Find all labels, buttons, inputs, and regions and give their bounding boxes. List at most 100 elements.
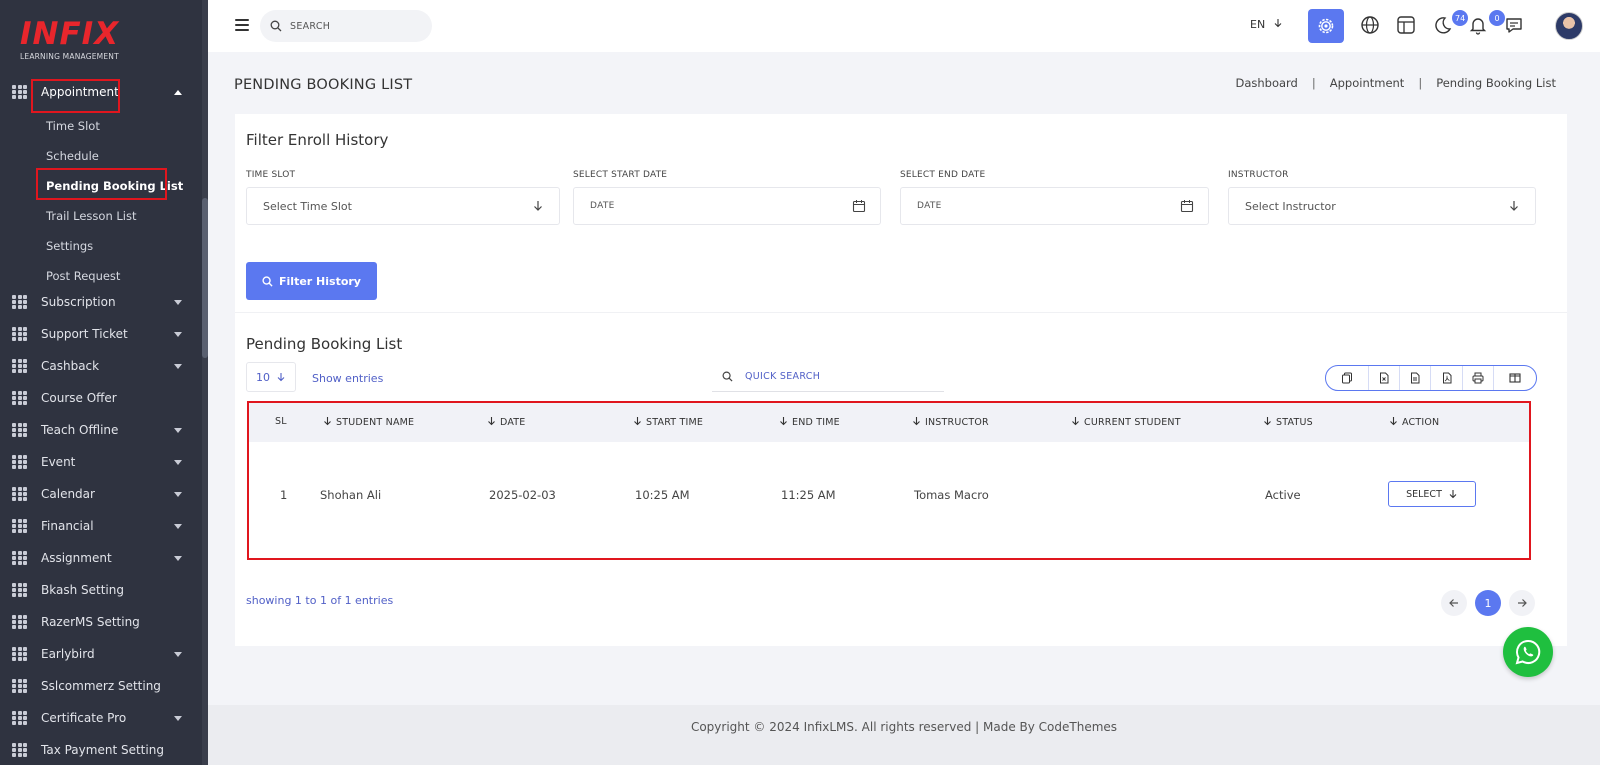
time-slot-label: TIME SLOT: [246, 170, 296, 180]
sidebar-subitem-schedule[interactable]: Schedule: [46, 145, 99, 167]
grid-icon: [12, 551, 27, 565]
export-print-button[interactable]: [1463, 366, 1494, 390]
user-avatar[interactable]: [1555, 12, 1583, 40]
sidebar-item-event[interactable]: Event: [0, 448, 202, 476]
export-copy-button[interactable]: [1326, 366, 1370, 390]
instructor-select[interactable]: Select Instructor: [1228, 187, 1536, 225]
globe-icon[interactable]: [1357, 12, 1383, 38]
start-date-label: SELECT START DATE: [573, 170, 668, 180]
brand-logo[interactable]: INFIX LEARNING MANAGEMENT: [20, 18, 119, 61]
sidebar-subitem-post-request[interactable]: Post Request: [46, 265, 120, 287]
arrow-down-icon: [534, 201, 542, 211]
highlight-box-pending-booking: [36, 168, 167, 200]
settings-button[interactable]: [1308, 9, 1344, 43]
header-search[interactable]: [260, 10, 432, 42]
sidebar-item-earlybird[interactable]: Earlybird: [0, 640, 202, 668]
start-date-input[interactable]: DATE: [573, 187, 881, 225]
sidebar-item-support-ticket[interactable]: Support Ticket: [0, 320, 202, 348]
caret-down-icon: [174, 364, 182, 369]
pagination-page-1[interactable]: 1: [1475, 590, 1501, 616]
whatsapp-button[interactable]: [1503, 627, 1553, 677]
language-selector[interactable]: EN: [1250, 18, 1283, 31]
grid-icon: [12, 423, 27, 437]
sidebar-item-sslcommerz-setting[interactable]: Sslcommerz Setting: [0, 672, 202, 700]
print-icon: [1472, 372, 1484, 384]
breadcrumb-separator: |: [1311, 76, 1316, 90]
sidebar-item-label: Financial: [41, 519, 94, 533]
sidebar-scrollbar-thumb[interactable]: [202, 198, 208, 358]
header-search-input[interactable]: [288, 19, 408, 33]
sidebar-scrollbar[interactable]: [202, 0, 208, 765]
sidebar-subitem-settings[interactable]: Settings: [46, 235, 93, 257]
filter-section-title: Filter Enroll History: [246, 131, 389, 149]
sidebar-item-label: Sslcommerz Setting: [41, 679, 161, 693]
breadcrumb-current: Pending Booking List: [1436, 76, 1556, 90]
breadcrumb-dashboard[interactable]: Dashboard: [1235, 76, 1297, 90]
hamburger-menu-icon[interactable]: [235, 19, 249, 31]
show-entries-label: Show entries: [312, 372, 384, 385]
export-pdf-button[interactable]: [1431, 366, 1463, 390]
end-date-input[interactable]: DATE: [900, 187, 1209, 225]
caret-down-icon: [174, 332, 182, 337]
start-date-placeholder: DATE: [590, 201, 615, 211]
export-button-group: [1325, 365, 1537, 391]
footer-copyright: Copyright © 2024 InfixLMS. All rights re…: [690, 720, 1118, 734]
breadcrumb-separator: |: [1418, 76, 1423, 90]
arrow-down-icon: [277, 373, 285, 382]
columns-icon: [1509, 373, 1521, 383]
sidebar-item-bkash-setting[interactable]: Bkash Setting: [0, 576, 202, 604]
caret-down-icon: [174, 556, 182, 561]
sidebar-item-subscription[interactable]: Subscription: [0, 288, 202, 316]
search-icon: [722, 371, 733, 382]
calendar-icon[interactable]: [1180, 199, 1194, 213]
layout-icon[interactable]: [1393, 12, 1419, 38]
highlight-box-table: [247, 401, 1531, 560]
pagination-prev-button[interactable]: [1441, 590, 1467, 616]
end-date-label: SELECT END DATE: [900, 170, 986, 180]
sidebar-item-tax-payment-setting[interactable]: Tax Payment Setting: [0, 736, 202, 764]
bell-icon[interactable]: [1465, 12, 1491, 38]
sidebar-item-cashback[interactable]: Cashback: [0, 352, 202, 380]
calendar-icon[interactable]: [852, 199, 866, 213]
export-excel-button[interactable]: [1369, 366, 1401, 390]
export-csv-button[interactable]: [1400, 366, 1432, 390]
breadcrumb-appointment[interactable]: Appointment: [1330, 76, 1405, 90]
grid-icon: [12, 679, 27, 693]
quick-search-input[interactable]: [743, 370, 869, 383]
sidebar-item-teach-offline[interactable]: Teach Offline: [0, 416, 202, 444]
export-columns-button[interactable]: [1494, 366, 1536, 390]
message-badge: 0: [1489, 10, 1505, 26]
grid-icon: [12, 519, 27, 533]
caret-down-icon: [174, 300, 182, 305]
breadcrumb: Dashboard | Appointment | Pending Bookin…: [1235, 76, 1556, 90]
sidebar-item-assignment[interactable]: Assignment: [0, 544, 202, 572]
grid-icon: [12, 391, 27, 405]
caret-up-icon: [174, 90, 182, 95]
grid-icon: [12, 647, 27, 661]
sidebar-subitem-time-slot[interactable]: Time Slot: [46, 115, 100, 137]
showing-entries-text: showing 1 to 1 of 1 entries: [246, 594, 394, 607]
entries-per-page-select[interactable]: 10: [246, 362, 296, 392]
sidebar-item-label: RazerMS Setting: [41, 615, 140, 629]
time-slot-select[interactable]: Select Time Slot: [246, 187, 560, 225]
grid-icon: [12, 615, 27, 629]
sidebar-subitem-trail-lesson-list[interactable]: Trail Lesson List: [46, 205, 137, 227]
sidebar-item-course-offer[interactable]: Course Offer: [0, 384, 202, 412]
sidebar-item-financial[interactable]: Financial: [0, 512, 202, 540]
whatsapp-icon: [1515, 639, 1541, 665]
grid-icon: [12, 85, 27, 99]
filter-history-button[interactable]: Filter History: [246, 262, 377, 300]
pagination-next-button[interactable]: [1509, 590, 1535, 616]
excel-icon: [1380, 372, 1389, 384]
sidebar-item-razerms-setting[interactable]: RazerMS Setting: [0, 608, 202, 636]
sidebar-item-calendar[interactable]: Calendar: [0, 480, 202, 508]
sidebar-item-label: Subscription: [41, 295, 116, 309]
caret-down-icon: [174, 652, 182, 657]
sidebar-item-label: Earlybird: [41, 647, 95, 661]
quick-search[interactable]: [712, 362, 944, 392]
sidebar-item-label: Tax Payment Setting: [41, 743, 164, 757]
arrow-down-icon: [1274, 19, 1282, 28]
sidebar-item-certificate-pro[interactable]: Certificate Pro: [0, 704, 202, 732]
pdf-icon: [1442, 372, 1452, 384]
sidebar-item-label: Course Offer: [41, 391, 117, 405]
